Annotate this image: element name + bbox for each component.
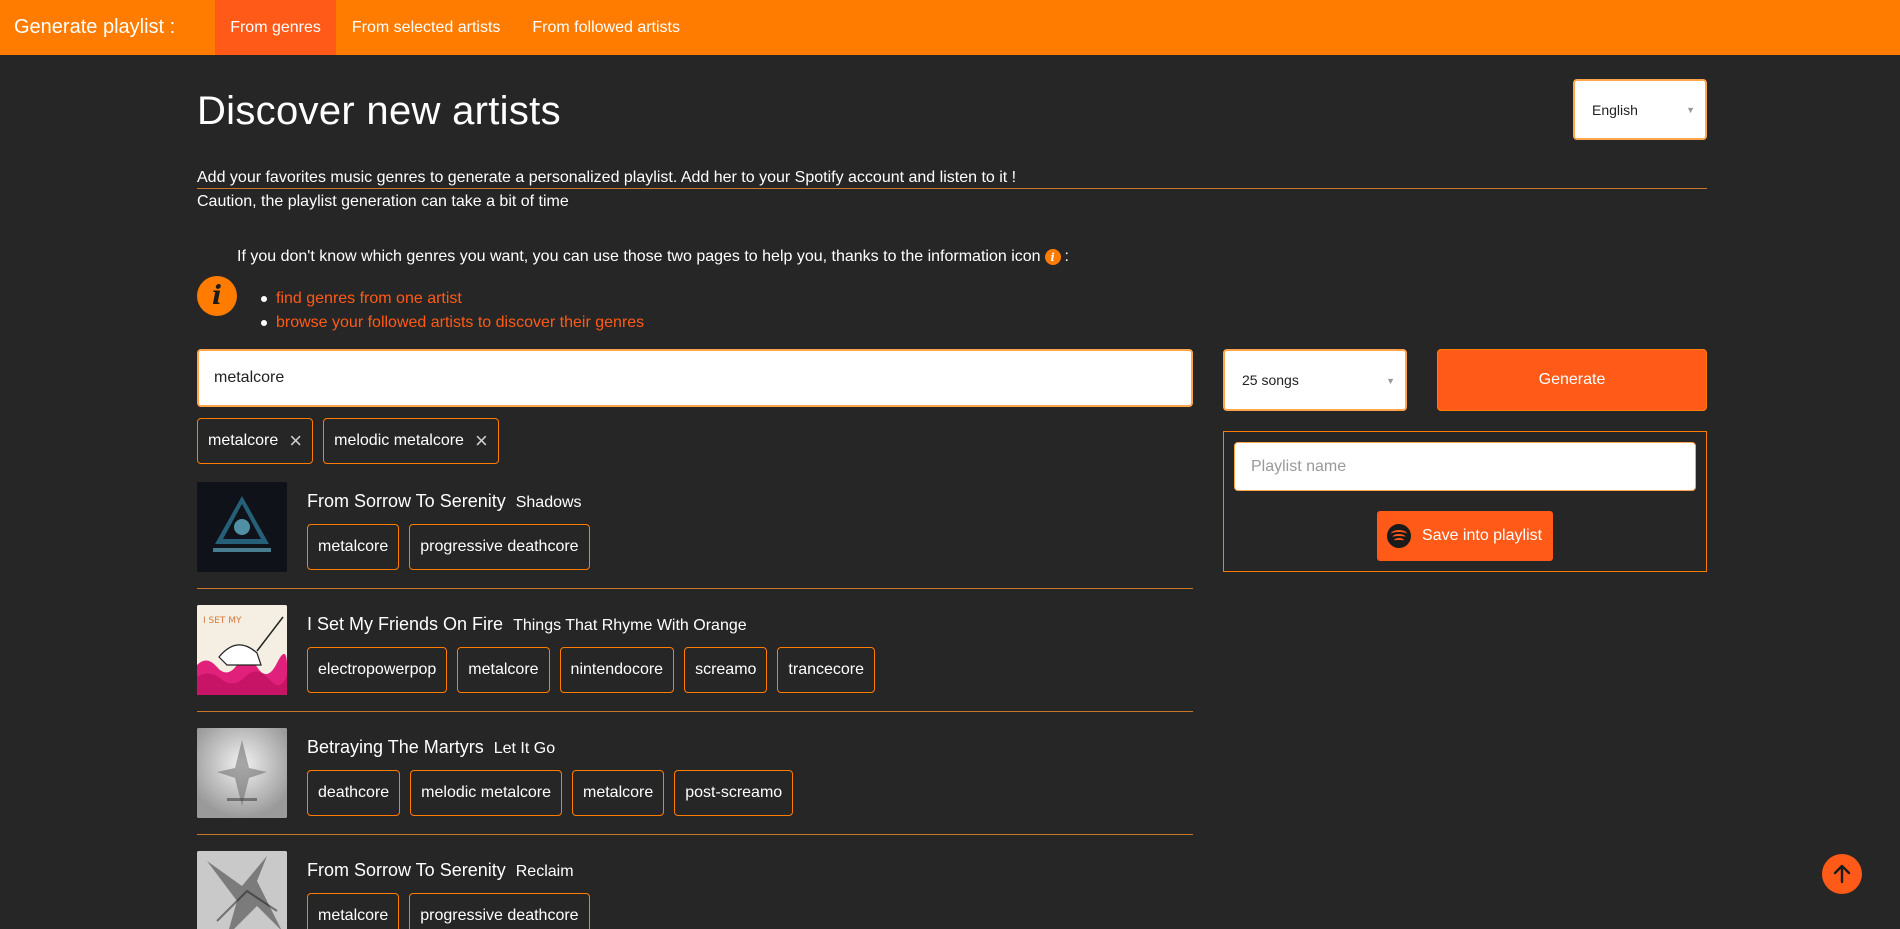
save-playlist-panel: Playlist name Save into playlist [1223,431,1707,572]
intro-text: Add your favorites music genres to gener… [197,166,1016,214]
link-find-genres-from-artist[interactable]: find genres from one artist [276,290,462,307]
info-icon: i [1044,249,1061,265]
track-genres: deathcore melodic metalcore metalcore po… [307,770,794,816]
track-genres: metalcore progressive deathcore [307,524,590,570]
genre-tag[interactable]: metalcore [307,893,400,929]
playlist-name-input[interactable]: Playlist name [1234,442,1696,491]
list-item: find genres from one artist [261,287,644,311]
track-genres: electropowerpop metalcore nintendocore s… [307,647,876,693]
genre-tag[interactable]: progressive deathcore [409,893,590,929]
genre-search-input[interactable]: metalcore [197,349,1193,407]
genre-tag[interactable]: progressive deathcore [409,524,590,570]
top-navbar: Generate playlist : From genres From sel… [0,0,1900,55]
genre-chip: metalcore × [197,418,314,464]
track-divider [197,834,1193,835]
album-cover [197,728,287,818]
genre-tag[interactable]: melodic metalcore [410,770,562,816]
help-text-suffix: : [1064,248,1069,265]
track-artist: From Sorrow To Serenity [307,491,506,511]
genre-tag[interactable]: post-screamo [674,770,794,816]
save-button-label: Save into playlist [1422,527,1543,544]
close-icon[interactable]: × [475,430,488,452]
page-title: Discover new artists [197,89,561,133]
help-text-body: If you don't know which genres you want,… [237,248,1041,265]
genre-tag[interactable]: trancecore [777,647,876,693]
genre-tag[interactable]: metalcore [572,770,665,816]
info-icon: i [197,276,237,316]
back-to-top-button[interactable] [1822,854,1862,894]
album-cover: I SET MY [197,605,287,695]
navbar-brand: Generate playlist : [14,16,176,38]
selected-genres: metalcore × melodic metalcore × [197,418,499,464]
track-title: I Set My Friends On Fire Things That Rhym… [307,614,747,635]
album-cover [197,851,287,929]
tab-from-genres[interactable]: From genres [215,0,336,55]
track-divider [197,588,1193,589]
intro-line-2: Caution, the playlist generation can tak… [197,193,569,210]
track-title: Betraying The Martyrs Let It Go [307,737,555,758]
track-artist: From Sorrow To Serenity [307,860,506,880]
intro-line-1: Add your favorites music genres to gener… [197,169,1017,186]
save-into-playlist-button[interactable]: Save into playlist [1377,511,1553,561]
help-text: If you don't know which genres you want,… [237,248,1069,266]
songs-count-select[interactable]: 25 songs ▼ [1223,349,1407,411]
track-divider [197,711,1193,712]
album-cover [197,482,287,572]
link-browse-followed-artists[interactable]: browse your followed artists to discover… [276,314,644,331]
track-title: From Sorrow To Serenity Shadows [307,491,582,512]
songs-count-value: 25 songs [1242,372,1299,388]
genre-chip: melodic metalcore × [323,418,499,464]
track-genres: metalcore progressive deathcore [307,893,590,929]
chevron-down-icon: ▼ [1686,105,1695,115]
tab-from-followed-artists[interactable]: From followed artists [516,0,696,55]
track-row: From Sorrow To Serenity Reclaim metalcore… [197,851,1193,929]
genre-tag[interactable]: screamo [684,647,768,693]
track-row: From Sorrow To Serenity Shadows metalcore… [197,482,1193,605]
section-divider [197,188,1707,189]
tab-from-selected-artists[interactable]: From selected artists [336,0,516,55]
genre-search-value: metalcore [214,369,285,386]
arrow-up-icon [1833,864,1851,884]
track-row: Betraying The Martyrs Let It Go deathcore… [197,728,1193,851]
genre-chip-label: melodic metalcore [334,432,464,449]
genre-tag[interactable]: metalcore [307,524,400,570]
track-title: From Sorrow To Serenity Reclaim [307,860,574,881]
genre-tag[interactable]: deathcore [307,770,401,816]
close-icon[interactable]: × [289,430,302,452]
genre-chip-label: metalcore [208,432,279,449]
genre-tag[interactable]: electropowerpop [307,647,448,693]
spotify-icon [1387,524,1411,548]
genre-tag[interactable]: metalcore [457,647,550,693]
track-artist: I Set My Friends On Fire [307,614,504,634]
chevron-down-icon: ▼ [1386,376,1395,386]
language-select[interactable]: English ▼ [1573,79,1707,140]
language-select-value: English [1592,101,1638,118]
generate-button[interactable]: Generate [1437,349,1707,411]
track-song: Let It Go [493,740,556,757]
list-item: browse your followed artists to discover… [261,311,644,335]
track-row: I SET MY I Set My Friends On Fire Things … [197,605,1193,728]
svg-text:I SET MY: I SET MY [203,616,242,626]
track-song: Things That Rhyme With Orange [513,617,747,634]
track-artist: Betraying The Martyrs [307,737,484,757]
help-links-list: find genres from one artist browse your … [261,287,644,335]
genre-tag[interactable]: nintendocore [559,647,675,693]
track-song: Reclaim [515,863,574,880]
track-song: Shadows [515,494,582,511]
